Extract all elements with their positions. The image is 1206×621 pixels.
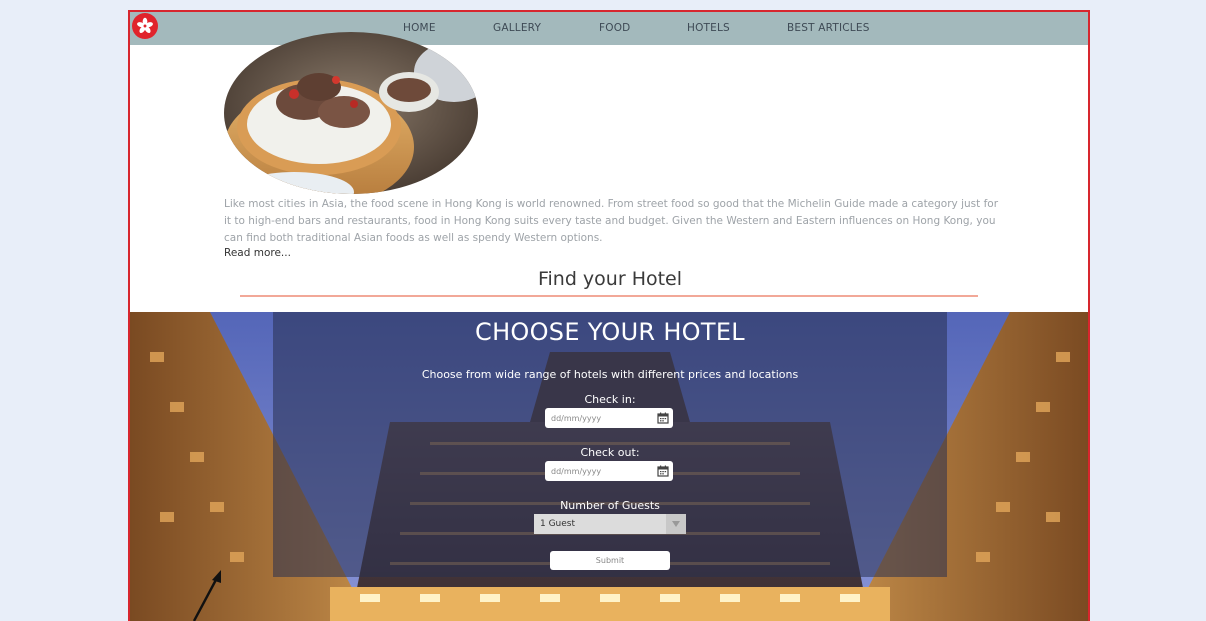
dim-sum-image — [224, 32, 478, 194]
booking-panel: CHOOSE YOUR HOTEL Choose from wide range… — [273, 312, 947, 577]
find-hotel-heading: Find your Hotel — [537, 268, 683, 290]
calendar-icon[interactable] — [656, 411, 670, 425]
nav-food[interactable]: FOOD — [599, 22, 630, 34]
check-out-input[interactable]: dd/mm/yyyy — [545, 461, 673, 481]
calendar-icon[interactable] — [656, 464, 670, 478]
guests-selected-value: 1 Guest — [540, 519, 576, 529]
submit-button[interactable]: Submit — [550, 551, 670, 570]
read-more-link[interactable]: Read more... — [224, 247, 291, 259]
nav-best-articles[interactable]: BEST ARTICLES — [787, 22, 870, 34]
guests-label: Number of Guests — [560, 499, 660, 512]
nav-links: HOME GALLERY FOOD HOTELS BEST ARTICLES — [130, 12, 1088, 45]
choose-hotel-title: CHOOSE YOUR HOTEL — [475, 318, 745, 346]
arrow-annotation-icon — [192, 570, 221, 621]
nav-gallery[interactable]: GALLERY — [493, 22, 541, 34]
chevron-down-icon[interactable] — [666, 514, 686, 534]
check-in-placeholder: dd/mm/yyyy — [551, 413, 602, 423]
check-in-label: Check in: — [584, 393, 636, 406]
food-description: Like most cities in Asia, the food scene… — [224, 198, 999, 244]
nav-home[interactable]: HOME — [403, 22, 436, 34]
nav-hotels[interactable]: HOTELS — [687, 22, 730, 34]
guests-select[interactable]: 1 Guest — [534, 514, 686, 534]
check-out-label: Check out: — [580, 446, 640, 459]
heading-divider — [240, 295, 978, 297]
booking-subtitle: Choose from wide range of hotels with di… — [421, 368, 799, 381]
check-in-input[interactable]: dd/mm/yyyy — [545, 408, 673, 428]
check-out-placeholder: dd/mm/yyyy — [551, 466, 602, 476]
navbar: HOME GALLERY FOOD HOTELS BEST ARTICLES — [130, 12, 1088, 45]
hotel-booking-section: CHOOSE YOUR HOTEL Choose from wide range… — [130, 312, 1088, 621]
page-frame: HOME GALLERY FOOD HOTELS BEST ARTICLES L… — [128, 10, 1090, 621]
